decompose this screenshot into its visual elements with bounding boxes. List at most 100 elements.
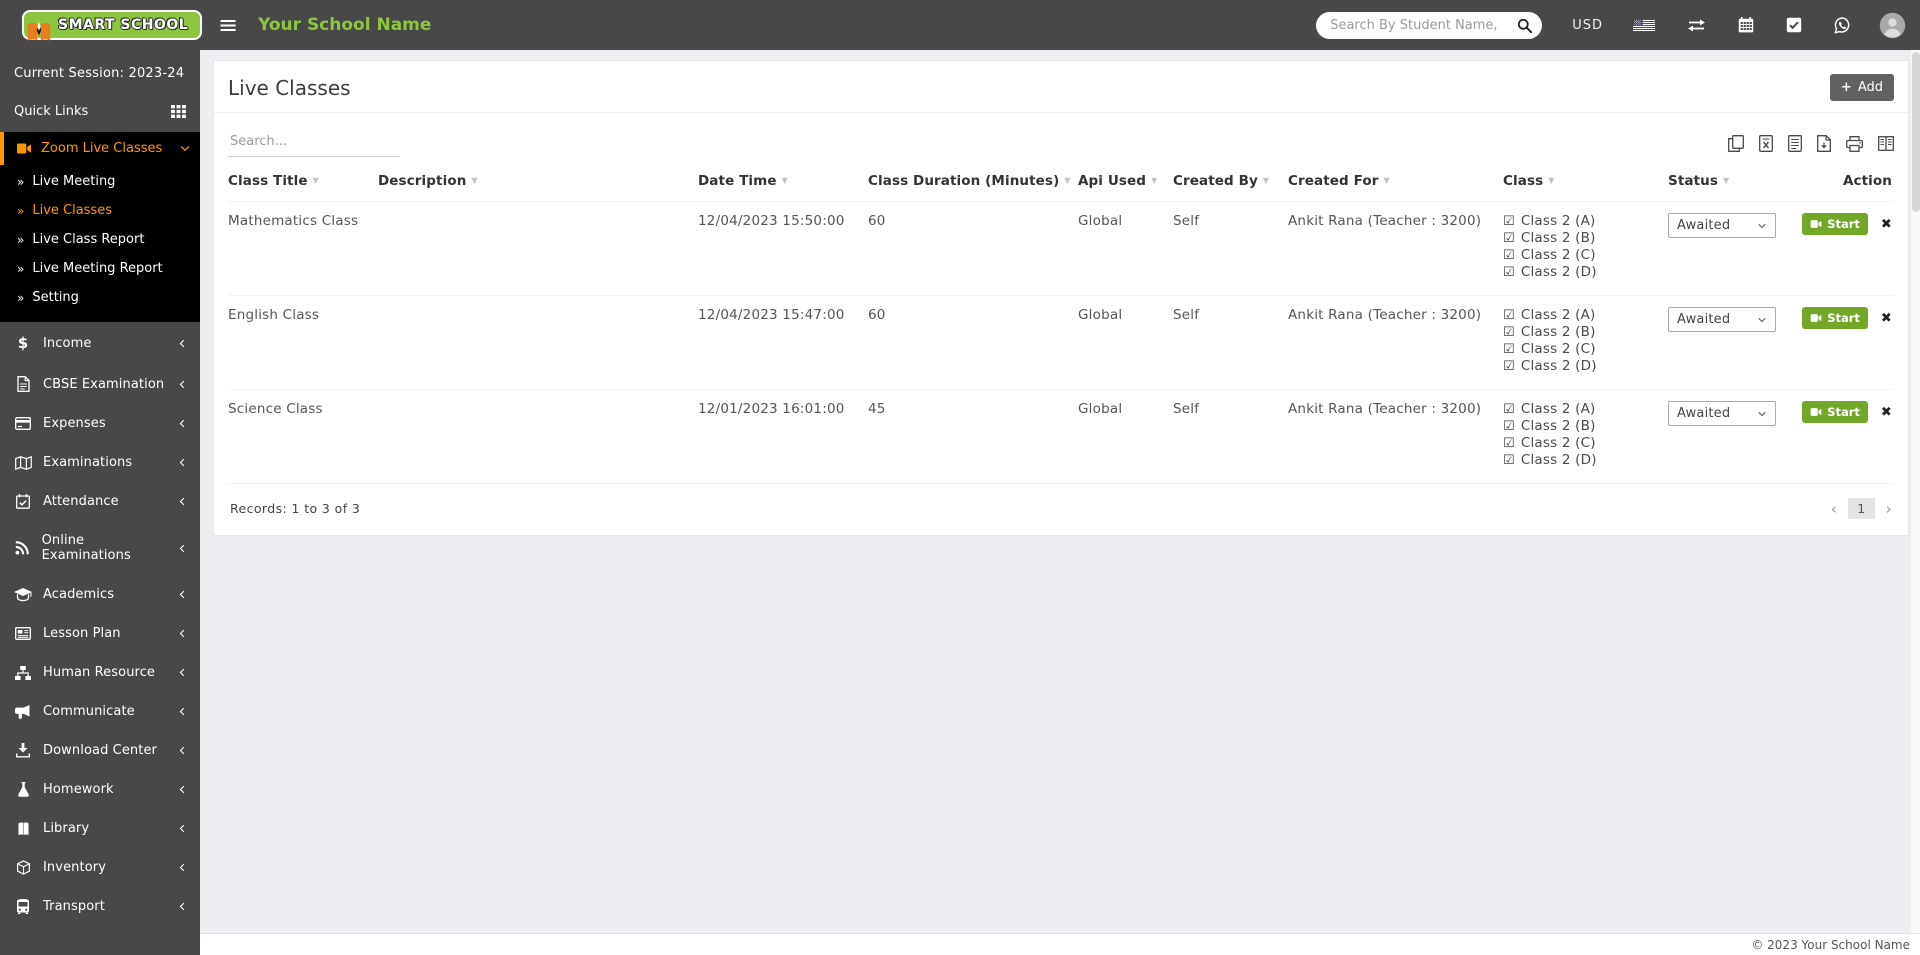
- copy-button[interactable]: [1728, 135, 1744, 152]
- app-logo[interactable]: SMART SCHOOL: [0, 10, 200, 40]
- class-checkbox-item[interactable]: ☑Class 2 (C): [1503, 435, 1664, 451]
- class-checkbox-item[interactable]: ☑Class 2 (D): [1503, 358, 1664, 374]
- column-header-class[interactable]: Class▼: [1503, 159, 1668, 202]
- excel-icon: [1759, 135, 1773, 152]
- quick-links-label: Quick Links: [14, 104, 88, 119]
- sidebar-subitem-live-meeting[interactable]: »Live Meeting: [0, 167, 200, 196]
- column-header-created-for[interactable]: Created For▼: [1288, 159, 1503, 202]
- chevron-left-icon: [178, 862, 186, 873]
- pagination-prev[interactable]: ‹: [1831, 500, 1837, 518]
- student-search-input[interactable]: [1330, 18, 1517, 33]
- chevron-left-icon: [178, 745, 186, 756]
- us-flag-icon[interactable]: [1633, 19, 1655, 32]
- sidebar-item-lesson-plan[interactable]: Lesson Plan: [0, 614, 200, 653]
- pagination-next[interactable]: ›: [1886, 500, 1892, 518]
- table-search-input[interactable]: [228, 127, 400, 157]
- class-checkbox-item[interactable]: ☑Class 2 (A): [1503, 307, 1664, 323]
- copyright: © 2023 Your School Name: [1751, 938, 1910, 952]
- pagination-page-1[interactable]: 1: [1848, 498, 1874, 519]
- chevron-left-icon: [178, 901, 186, 912]
- start-button[interactable]: Start: [1802, 213, 1868, 235]
- video-icon: [16, 142, 32, 155]
- currency-label[interactable]: USD: [1572, 18, 1603, 33]
- close-icon[interactable]: ✖: [1881, 312, 1892, 325]
- sidebar-item-examinations[interactable]: Examinations: [0, 443, 200, 482]
- search-icon[interactable]: [1517, 18, 1532, 33]
- checkbox-checked-icon: ☑: [1503, 325, 1515, 340]
- export-toolbar: [1728, 135, 1894, 157]
- column-header-date-time[interactable]: Date Time▼: [698, 159, 868, 202]
- print-button[interactable]: [1846, 136, 1863, 152]
- class-checkbox-item[interactable]: ☑Class 2 (C): [1503, 341, 1664, 357]
- scrollbar[interactable]: [1910, 50, 1920, 933]
- close-icon[interactable]: ✖: [1881, 218, 1892, 231]
- table-row: Mathematics Class12/04/2023 15:50:0060Gl…: [228, 202, 1894, 296]
- sidebar-subitem-setting[interactable]: »Setting: [0, 283, 200, 312]
- sidebar-item-income[interactable]: $Income: [0, 322, 200, 364]
- sidebar-item-transport[interactable]: Transport: [0, 887, 200, 926]
- created-for-cell: Ankit Rana (Teacher : 3200): [1288, 296, 1503, 390]
- sidebar-item-inventory[interactable]: Inventory: [0, 848, 200, 887]
- status-select[interactable]: Awaited: [1668, 307, 1776, 332]
- hamburger-menu-icon[interactable]: ≡: [218, 13, 238, 37]
- close-icon[interactable]: ✖: [1881, 406, 1892, 419]
- quick-links-button[interactable]: Quick Links: [0, 91, 200, 132]
- pdf-button[interactable]: [1817, 135, 1831, 152]
- sidebar-subitem-live-classes[interactable]: »Live Classes: [0, 196, 200, 225]
- video-icon: [1810, 407, 1822, 417]
- top-header: SMART SCHOOL ≡ Your School Name USD: [0, 0, 1920, 50]
- columns-button[interactable]: [1878, 136, 1894, 151]
- class-checkbox-item[interactable]: ☑Class 2 (D): [1503, 264, 1664, 280]
- sidebar-item-attendance[interactable]: Attendance: [0, 482, 200, 521]
- column-header-created-by[interactable]: Created By▼: [1173, 159, 1288, 202]
- class-checkbox-item[interactable]: ☑Class 2 (B): [1503, 230, 1664, 246]
- class-checkbox-item[interactable]: ☑Class 2 (C): [1503, 247, 1664, 263]
- class-checkbox-item[interactable]: ☑Class 2 (B): [1503, 324, 1664, 340]
- sidebar-item-academics[interactable]: Academics: [0, 575, 200, 614]
- checkbox-checked-icon: ☑: [1503, 248, 1515, 263]
- flask-icon: [14, 782, 32, 797]
- sidebar-item-communicate[interactable]: Communicate: [0, 692, 200, 731]
- sidebar-item-cbse-examination[interactable]: CBSE Examination: [0, 364, 200, 404]
- sidebar-item-download-center[interactable]: Download Center: [0, 731, 200, 770]
- sidebar-item-expenses[interactable]: Expenses: [0, 404, 200, 443]
- whatsapp-icon[interactable]: [1834, 17, 1851, 34]
- plus-icon: +: [1841, 80, 1852, 95]
- column-header-class-title[interactable]: Class Title▼: [228, 159, 378, 202]
- tasks-icon[interactable]: [1786, 17, 1802, 33]
- class-checkbox-item[interactable]: ☑Class 2 (B): [1503, 418, 1664, 434]
- status-select[interactable]: Awaited: [1668, 213, 1776, 238]
- sidebar-item-zoom-live-classes[interactable]: Zoom Live Classes: [0, 132, 200, 165]
- class-checkbox-item[interactable]: ☑Class 2 (D): [1503, 452, 1664, 468]
- excel-button[interactable]: [1759, 135, 1773, 152]
- start-button[interactable]: Start: [1802, 307, 1868, 329]
- column-header-api-used[interactable]: Api Used▼: [1078, 159, 1173, 202]
- add-button[interactable]: + Add: [1830, 74, 1894, 101]
- class-title-cell: English Class: [228, 296, 378, 390]
- duration-cell: 45: [868, 390, 1078, 484]
- exchange-icon[interactable]: [1687, 19, 1706, 32]
- pdf-icon: [1817, 135, 1831, 152]
- column-header-status[interactable]: Status▼: [1668, 159, 1818, 202]
- sidebar-item-online-examinations[interactable]: Online Examinations: [0, 521, 200, 575]
- csv-button[interactable]: [1788, 135, 1802, 152]
- sidebar-subitem-live-class-report[interactable]: »Live Class Report: [0, 225, 200, 254]
- sidebar-item-homework[interactable]: Homework: [0, 770, 200, 809]
- double-arrow-icon: »: [17, 175, 24, 189]
- sidebar-item-library[interactable]: Library: [0, 809, 200, 848]
- chevron-left-icon: [178, 543, 186, 554]
- start-button[interactable]: Start: [1802, 401, 1868, 423]
- class-checkbox-item[interactable]: ☑Class 2 (A): [1503, 401, 1664, 417]
- column-header-description[interactable]: Description▼: [378, 159, 698, 202]
- class-checkbox-item[interactable]: ☑Class 2 (A): [1503, 213, 1664, 229]
- classes-cell: ☑Class 2 (A)☑Class 2 (B)☑Class 2 (C)☑Cla…: [1503, 296, 1668, 390]
- calendar-icon[interactable]: [1738, 17, 1754, 33]
- scrollbar-thumb[interactable]: [1912, 52, 1920, 212]
- column-header-class-duration-minutes[interactable]: Class Duration (Minutes)▼: [868, 159, 1078, 202]
- user-avatar[interactable]: [1879, 12, 1906, 39]
- sidebar-subitem-live-meeting-report[interactable]: »Live Meeting Report: [0, 254, 200, 283]
- sidebar-item-human-resource[interactable]: Human Resource: [0, 653, 200, 692]
- description-cell: [378, 296, 698, 390]
- status-select[interactable]: Awaited: [1668, 401, 1776, 426]
- sitemap-icon: [14, 666, 32, 680]
